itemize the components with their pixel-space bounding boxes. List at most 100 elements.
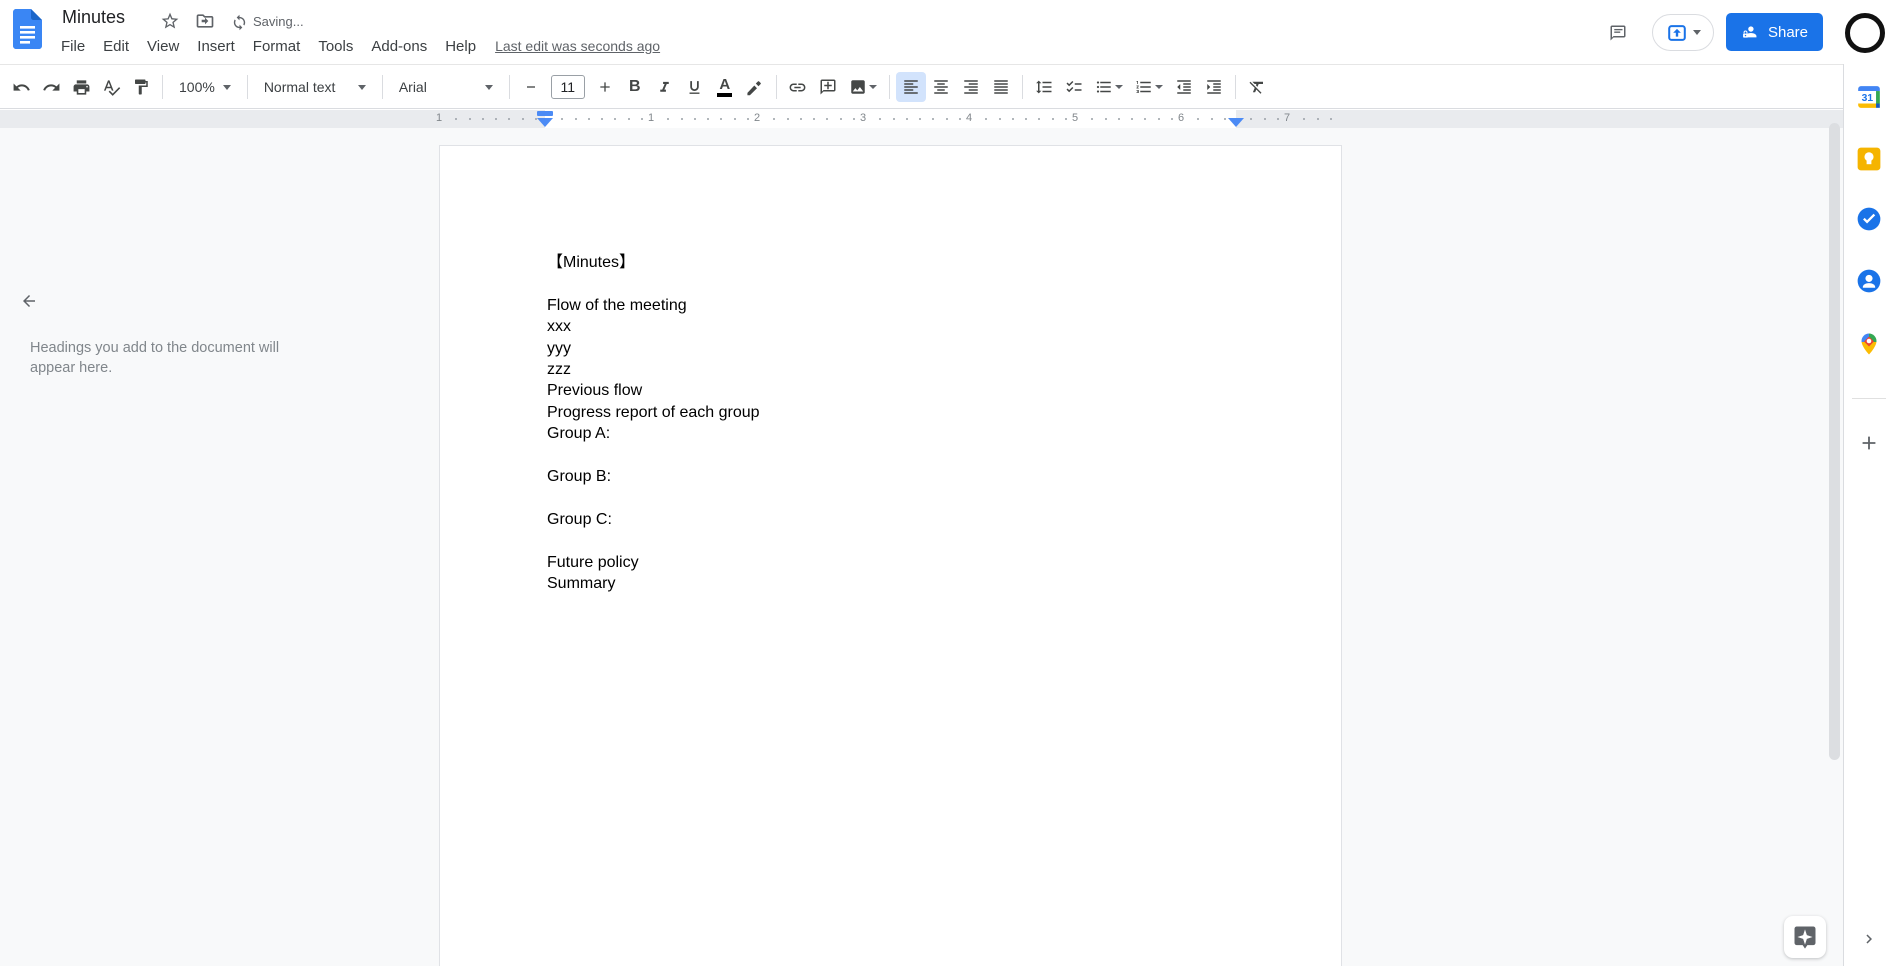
vertical-scrollbar[interactable] <box>1829 123 1840 760</box>
document-line[interactable]: xxx <box>547 316 1341 337</box>
ruler-tick <box>1131 118 1133 120</box>
google-maps-icon[interactable] <box>1852 327 1886 361</box>
open-comment-history-icon[interactable] <box>1603 18 1633 48</box>
menu-item-file[interactable]: File <box>52 35 94 58</box>
document-line[interactable]: yyy <box>547 338 1341 359</box>
document-line[interactable] <box>547 530 1341 551</box>
menu-item-view[interactable]: View <box>138 35 188 58</box>
ruler-tick <box>707 118 709 120</box>
document-page[interactable]: 【Minutes】 Flow of the meeting xxx yyy zzz Pr… <box>439 145 1342 966</box>
google-contacts-icon[interactable] <box>1852 264 1886 298</box>
present-to-meeting-button[interactable] <box>1652 14 1714 51</box>
first-line-indent-marker[interactable] <box>537 111 553 116</box>
share-button[interactable]: Share <box>1726 13 1823 51</box>
outline-placeholder: Headings you add to the document will ap… <box>30 340 280 376</box>
explore-button[interactable] <box>1784 916 1826 958</box>
paragraph-style-value: Normal text <box>263 79 336 95</box>
highlight-color-button[interactable] <box>740 72 770 102</box>
bold-button[interactable]: B <box>620 72 650 102</box>
menu-item-format[interactable]: Format <box>244 35 310 58</box>
side-panel-rail: 31 <box>1843 64 1894 966</box>
menu-item-insert[interactable]: Insert <box>188 35 244 58</box>
header: Minutes Saving... File Edit View Insert Form… <box>0 0 1894 64</box>
spelling-check-button[interactable] <box>96 72 126 102</box>
document-line[interactable]: Previous flow <box>547 380 1341 401</box>
paragraph-style-select[interactable]: Normal text <box>254 72 376 102</box>
bulleted-list-button[interactable] <box>1089 72 1129 102</box>
redo-button[interactable] <box>36 72 66 102</box>
last-edit-link[interactable]: Last edit was seconds ago <box>495 38 660 54</box>
share-label: Share <box>1767 23 1809 41</box>
paint-format-button[interactable] <box>126 72 156 102</box>
ruler-tick <box>1329 118 1332 120</box>
increase-font-size-button[interactable] <box>590 72 620 102</box>
document-line[interactable]: Group A: <box>547 423 1341 444</box>
clear-formatting-button[interactable] <box>1242 72 1272 102</box>
hide-side-panel-button[interactable] <box>1852 922 1886 956</box>
toolbar: 100% Normal text Arial 11 B A <box>0 64 1894 171</box>
ruler-tick <box>680 118 683 120</box>
font-size-field[interactable]: 11 <box>550 75 585 99</box>
document-title[interactable]: Minutes <box>62 7 125 28</box>
underline-button[interactable] <box>680 72 710 102</box>
account-avatar[interactable] <box>1845 13 1885 53</box>
add-comment-button[interactable] <box>813 72 843 102</box>
document-line[interactable] <box>547 445 1341 466</box>
decrease-indent-button[interactable] <box>1169 72 1199 102</box>
justify-button[interactable] <box>986 72 1016 102</box>
menu-item-addons[interactable]: Add-ons <box>362 35 436 58</box>
decrease-font-size-button[interactable] <box>516 72 546 102</box>
google-tasks-icon[interactable] <box>1852 202 1886 236</box>
right-indent-marker[interactable] <box>1228 118 1244 127</box>
close-outline-button[interactable] <box>14 286 44 316</box>
rail-divider <box>1852 398 1886 399</box>
ruler-tick <box>455 118 458 120</box>
document-line[interactable]: Future policy <box>547 552 1341 573</box>
document-line[interactable]: Progress report of each group <box>547 402 1341 423</box>
ruler[interactable]: 1 1 2 3 4 5 6 7 <box>0 110 1843 128</box>
document-line[interactable] <box>547 273 1341 294</box>
line-spacing-button[interactable] <box>1029 72 1059 102</box>
align-center-button[interactable] <box>926 72 956 102</box>
get-add-ons-button[interactable] <box>1852 426 1886 460</box>
checklist-button[interactable] <box>1059 72 1089 102</box>
document-line[interactable]: 【Minutes】 <box>547 252 1341 273</box>
ruler-tick <box>813 118 815 120</box>
document-line[interactable]: zzz <box>547 359 1341 380</box>
document-line[interactable]: Flow of the meeting <box>547 295 1341 316</box>
align-right-button[interactable] <box>956 72 986 102</box>
ruler-inch-label: 4 <box>965 112 973 124</box>
ruler-tick <box>601 118 603 120</box>
font-family-select[interactable]: Arial <box>389 72 503 102</box>
zoom-select[interactable]: 100% <box>169 72 241 102</box>
align-left-button[interactable] <box>895 72 926 102</box>
document-line[interactable] <box>547 487 1341 508</box>
numbered-list-button[interactable] <box>1129 72 1169 102</box>
toolbar-divider <box>246 75 248 99</box>
document-line[interactable]: Group C: <box>547 509 1341 530</box>
insert-link-button[interactable] <box>783 72 813 102</box>
docs-logo-icon[interactable] <box>13 9 42 49</box>
star-icon[interactable] <box>158 9 182 33</box>
increase-indent-button[interactable] <box>1199 72 1229 102</box>
menu-item-help[interactable]: Help <box>436 35 485 58</box>
ruler-tick <box>1064 118 1067 120</box>
ruler-tick <box>574 118 577 120</box>
move-to-folder-icon[interactable] <box>193 9 217 33</box>
left-indent-marker[interactable] <box>537 118 553 127</box>
document-line[interactable]: Group B: <box>547 466 1341 487</box>
ruler-tick <box>495 118 497 120</box>
menu-item-tools[interactable]: Tools <box>309 35 362 58</box>
undo-button[interactable] <box>6 72 36 102</box>
google-calendar-icon[interactable]: 31 <box>1852 80 1886 114</box>
document-canvas: Headings you add to the document will ap… <box>0 128 1843 966</box>
toolbar-divider <box>1021 75 1023 99</box>
google-keep-icon[interactable] <box>1852 142 1886 176</box>
print-button[interactable] <box>66 72 96 102</box>
document-line[interactable]: Summary <box>547 573 1341 594</box>
ruler-inch-label: 5 <box>1071 112 1079 124</box>
italic-button[interactable] <box>650 72 680 102</box>
insert-image-button[interactable] <box>843 72 883 102</box>
menu-item-edit[interactable]: Edit <box>94 35 138 58</box>
text-color-button[interactable]: A <box>710 72 740 102</box>
